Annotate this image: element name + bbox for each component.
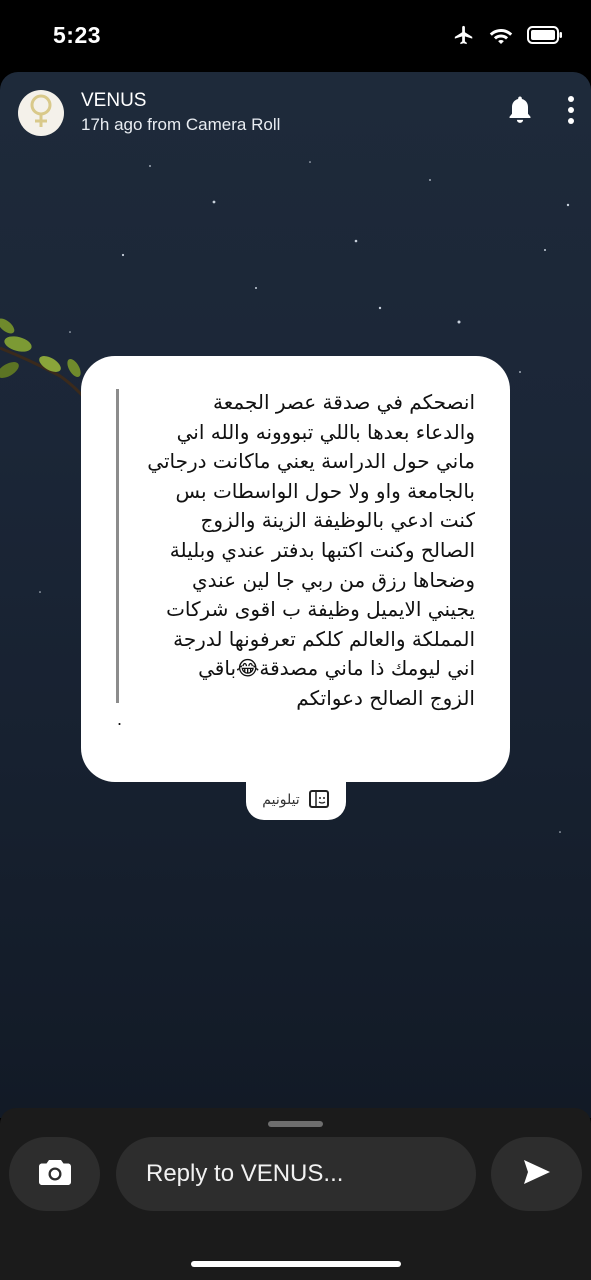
quote-text: انصحكم في صدقة عصر الجمعة والدعاء بعدها … [125, 388, 475, 714]
quote-line: ماني حول الدراسة يعني ماكانت درجاتي [147, 449, 475, 474]
venus-symbol-icon [26, 93, 56, 134]
avatar[interactable] [18, 90, 64, 136]
reply-input[interactable] [146, 1160, 476, 1188]
quote-line: المملكة والعالم كلكم تعرفونها لدرجة [173, 626, 475, 651]
quote-line: وضحاها رزق من ربي جا لين عندي [191, 567, 475, 592]
home-indicator [191, 1261, 401, 1267]
quote-card: انصحكم في صدقة عصر الجمعة والدعاء بعدها … [81, 356, 510, 782]
status-bar: 5:23 [0, 0, 591, 72]
send-button[interactable] [491, 1137, 582, 1211]
camera-icon [38, 1158, 72, 1191]
grab-handle[interactable] [268, 1121, 323, 1127]
status-time: 5:23 [53, 22, 102, 48]
quote-line: والدعاء بعدها باللي تبووونه والله اني [176, 419, 475, 444]
send-icon [523, 1159, 551, 1190]
quote-line: الصالح وكنت اكتبها بدفتر عندي وبليلة [169, 537, 475, 562]
quote-line: يجيني الايميل وظيفة ب اقوى شركات [166, 597, 475, 622]
story-view[interactable]: VENUS 17h ago from Camera Roll انصحكم في… [0, 72, 591, 1118]
source-label: تيلونيم [262, 790, 300, 807]
source-tab[interactable]: تيلونيم [246, 778, 346, 820]
reply-bar [0, 1108, 591, 1280]
battery-icon [527, 26, 563, 44]
bell-icon[interactable] [505, 94, 535, 131]
status-icons [453, 24, 563, 46]
quote-line: الزوج الصالح دعواتكم [296, 685, 475, 710]
header-actions [505, 94, 575, 131]
quote-line: اني ليومك ذا ماني مصدقة😂باقي [198, 656, 475, 681]
trailing-mark: . [117, 709, 123, 729]
tellonym-icon [308, 788, 330, 810]
more-vertical-icon[interactable] [567, 95, 575, 130]
quote-line: انصحكم في صدقة عصر الجمعة [213, 390, 475, 414]
reply-field[interactable] [116, 1137, 476, 1211]
quote-bar [116, 389, 119, 703]
story-meta: 17h ago from Camera Roll [81, 115, 281, 134]
quote-line: بالجامعة واو ولا حول الواسطات بس [175, 478, 475, 503]
story-header: VENUS 17h ago from Camera Roll [18, 90, 575, 136]
quote-line: كنت ادعي بالوظيفة الزينة والزوج [200, 508, 476, 533]
airplane-icon [453, 24, 475, 46]
wifi-icon [489, 26, 513, 44]
camera-button[interactable] [9, 1137, 100, 1211]
user-name[interactable]: VENUS [81, 90, 280, 112]
story-header-text: VENUS 17h ago from Camera Roll [81, 90, 280, 136]
screen: 5:23 VENUS 17h ago from Camera Roll انصح… [0, 0, 591, 1280]
